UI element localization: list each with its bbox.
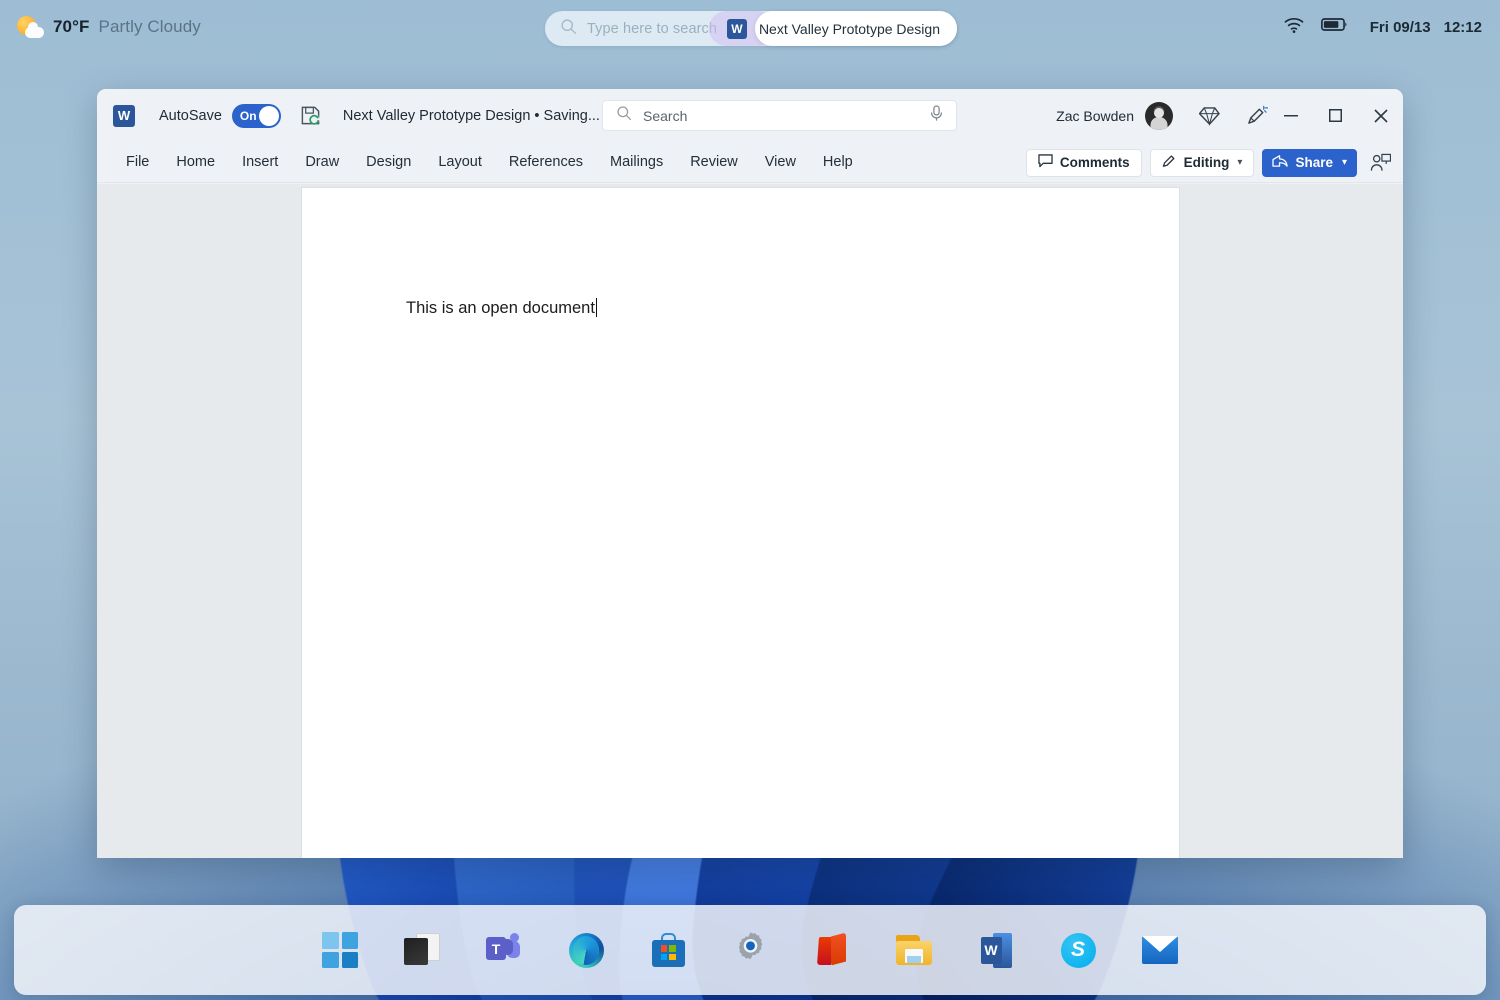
comments-label: Comments (1059, 155, 1130, 170)
word-window: W AutoSave On Next Valley Prototype Desi… (97, 89, 1403, 858)
document-text-run: This is an open document (406, 299, 595, 317)
battery-icon[interactable] (1320, 17, 1348, 37)
ribbon-right-cluster: Comments Editing ▾ Share ▾ (1025, 142, 1395, 183)
microsoft-store-icon (651, 933, 685, 967)
tab-insert[interactable]: Insert (230, 149, 290, 175)
taskbar-item-office[interactable] (805, 923, 859, 977)
tab-design[interactable]: Design (354, 149, 423, 175)
pen-sparkle-icon[interactable] (1246, 105, 1268, 126)
document-page[interactable]: This is an open document (302, 188, 1179, 858)
tray-time: 12:12 (1443, 18, 1482, 36)
tab-mailings[interactable]: Mailings (598, 149, 675, 175)
mail-icon (1142, 936, 1178, 964)
save-sync-icon[interactable] (300, 105, 321, 126)
weather-condition: Partly Cloudy (98, 17, 201, 36)
system-tray: Fri 09/13 12:12 (1283, 0, 1482, 54)
tab-review[interactable]: Review (678, 149, 750, 175)
avatar[interactable] (1145, 101, 1173, 130)
minimize-button[interactable] (1268, 89, 1313, 142)
skype-icon: S (1060, 932, 1096, 968)
sun-behind-cloud-icon (16, 15, 44, 39)
ribbon-tabs: File Home Insert Draw Design Layout Refe… (114, 149, 865, 175)
edge-icon (568, 932, 604, 968)
taskbar-item-word[interactable]: W (969, 923, 1023, 977)
chevron-down-icon: ▾ (1341, 157, 1347, 168)
share-icon (1272, 154, 1289, 171)
search-icon (616, 105, 632, 126)
word-icon: W (980, 932, 1012, 968)
microphone-icon[interactable] (929, 104, 944, 127)
pencil-icon (1162, 154, 1177, 172)
taskbar-item-file-explorer[interactable] (887, 923, 941, 977)
autosave-toggle-state: On (239, 108, 257, 123)
word-title-bar: W AutoSave On Next Valley Prototype Desi… (97, 89, 1403, 142)
search-icon (560, 18, 577, 40)
taskbar-document-pill[interactable]: W Next Valley Prototype Design (726, 11, 957, 46)
title-bar-right-cluster: Zac Bowden (1056, 89, 1403, 142)
clock-area[interactable]: Fri 09/13 12:12 (1370, 19, 1482, 36)
autosave-toggle-knob (258, 105, 279, 126)
ribbon-tab-strip: File Home Insert Draw Design Layout Refe… (97, 142, 1403, 183)
word-icon-letter: W (980, 936, 1002, 964)
tab-view[interactable]: View (753, 149, 808, 175)
taskbar-item-task-view[interactable] (395, 923, 449, 977)
text-caret (595, 298, 598, 317)
windows-start-icon (322, 932, 358, 968)
editing-label: Editing (1183, 155, 1230, 170)
document-body-text[interactable]: This is an open document (406, 298, 598, 318)
taskbar-item-mail[interactable] (1133, 923, 1187, 977)
word-search-placeholder: Search (643, 107, 688, 124)
weather-widget[interactable]: 70°F Partly Cloudy (16, 15, 201, 39)
word-icon: W (726, 18, 747, 39)
gear-icon (733, 930, 768, 970)
chevron-down-icon: ▾ (1237, 157, 1243, 168)
editing-mode-button[interactable]: Editing ▾ (1149, 148, 1255, 177)
file-explorer-icon (896, 935, 932, 965)
desktop-top-bar: 70°F Partly Cloudy Type here to search W… (0, 0, 1500, 54)
teams-icon-letter: T (486, 937, 506, 960)
task-view-icon (404, 933, 440, 967)
tab-home[interactable]: Home (164, 149, 227, 175)
taskbar-item-start[interactable] (313, 923, 367, 977)
taskbar: T W S (14, 905, 1486, 995)
taskbar-item-teams[interactable]: T (477, 923, 531, 977)
diamond-icon[interactable] (1199, 106, 1220, 126)
share-label: Share (1295, 155, 1333, 170)
desktop-search-bar[interactable]: Type here to search W Next Valley Protot… (545, 11, 957, 46)
wifi-icon[interactable] (1283, 16, 1305, 39)
autosave-label: AutoSave (159, 107, 222, 124)
present-to-person-icon[interactable] (1365, 153, 1395, 172)
weather-temperature: 70°F (53, 17, 90, 36)
comments-button[interactable]: Comments (1025, 148, 1142, 177)
teams-icon: T (486, 933, 522, 967)
tab-file[interactable]: File (114, 149, 161, 175)
tab-layout[interactable]: Layout (426, 149, 494, 175)
word-search-box[interactable]: Search (602, 100, 957, 131)
tray-date: Fri 09/13 (1369, 18, 1431, 36)
autosave-toggle[interactable]: On (231, 103, 281, 128)
share-button[interactable]: Share ▾ (1262, 148, 1357, 177)
maximize-button[interactable] (1313, 89, 1358, 142)
document-title[interactable]: Next Valley Prototype Design • Saving... (343, 108, 600, 124)
tab-references[interactable]: References (497, 149, 595, 175)
tab-help[interactable]: Help (811, 149, 865, 175)
comment-bubble-icon (1038, 154, 1053, 171)
office-icon (816, 932, 848, 968)
taskbar-item-edge[interactable] (559, 923, 613, 977)
taskbar-item-store[interactable] (641, 923, 695, 977)
document-canvas[interactable]: This is an open document (97, 184, 1403, 858)
taskbar-item-settings[interactable] (723, 923, 777, 977)
word-icon: W (113, 104, 135, 127)
desktop-search-placeholder: Type here to search (587, 20, 718, 37)
taskbar-item-skype[interactable]: S (1051, 923, 1105, 977)
document-pill-label: Next Valley Prototype Design (758, 20, 940, 37)
close-button[interactable] (1358, 89, 1403, 142)
account-name[interactable]: Zac Bowden (1056, 108, 1134, 124)
tab-draw[interactable]: Draw (293, 149, 351, 175)
